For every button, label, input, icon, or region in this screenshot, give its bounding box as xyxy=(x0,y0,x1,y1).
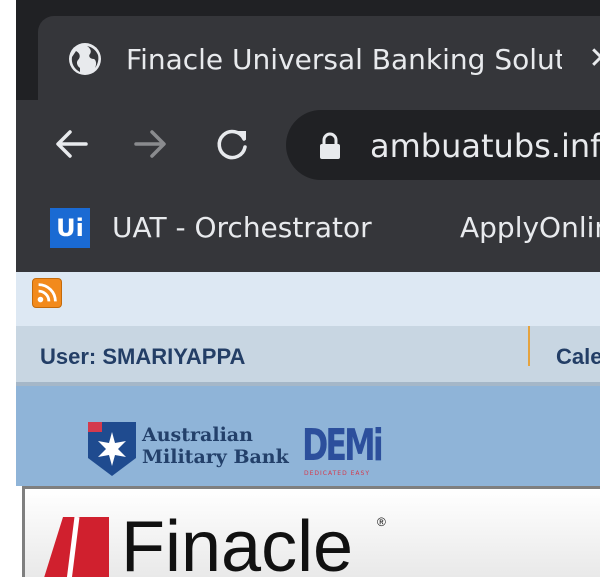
user-info-bar: User: SMARIYAPPA Cale xyxy=(16,326,600,386)
url-text: ambuatubs.info xyxy=(370,127,600,165)
bank-name: Australian Military Bank xyxy=(142,424,302,468)
browser-tab[interactable]: Finacle Universal Banking Solution ✕ xyxy=(38,16,600,100)
browser-window: Finacle Universal Banking Solution ✕ amb… xyxy=(16,0,600,272)
uipath-icon: Ui xyxy=(50,208,90,248)
reload-icon[interactable] xyxy=(210,122,254,166)
demi-logo-text: DEMi xyxy=(302,420,384,471)
close-tab-icon[interactable]: ✕ xyxy=(586,44,600,74)
page-content: User: SMARIYAPPA Cale Australian Militar… xyxy=(16,272,600,577)
australian-military-bank-logo xyxy=(88,422,136,476)
divider xyxy=(528,326,530,366)
tab-strip: Finacle Universal Banking Solution ✕ xyxy=(16,0,600,100)
demi-logo: DEMi DEDICATED EASY xyxy=(302,422,384,480)
forward-arrow-icon[interactable] xyxy=(128,122,172,166)
tab-title: Finacle Universal Banking Solution xyxy=(126,43,562,76)
browser-toolbar: ambuatubs.info xyxy=(16,100,600,190)
finacle-wordmark: Finacle xyxy=(121,507,354,577)
bookmark-applyonline[interactable]: ApplyOnlin xyxy=(460,208,600,248)
bookmarks-bar: Ui UAT - Orchestrator ApplyOnlin xyxy=(16,190,600,272)
back-arrow-icon[interactable] xyxy=(50,122,94,166)
bank-name-line2: Military Bank xyxy=(142,446,289,468)
bookmark-label: UAT - Orchestrator xyxy=(112,211,372,244)
rss-feed-icon[interactable] xyxy=(32,278,62,308)
bank-name-line1: Australian xyxy=(142,424,253,446)
finacle-logo-mark xyxy=(44,517,109,577)
demi-tagline: DEDICATED EASY xyxy=(304,470,370,477)
bank-banner: Australian Military Bank DEMi DEDICATED … xyxy=(16,386,600,486)
finacle-header: Finacle ® xyxy=(22,486,600,577)
rss-row xyxy=(16,272,600,326)
globe-icon xyxy=(69,43,101,75)
registered-mark: ® xyxy=(377,515,386,529)
lock-icon[interactable] xyxy=(318,132,342,160)
address-bar[interactable]: ambuatubs.info xyxy=(286,110,600,180)
user-label: User: SMARIYAPPA xyxy=(40,344,246,369)
calendar-label: Cale xyxy=(556,344,600,369)
